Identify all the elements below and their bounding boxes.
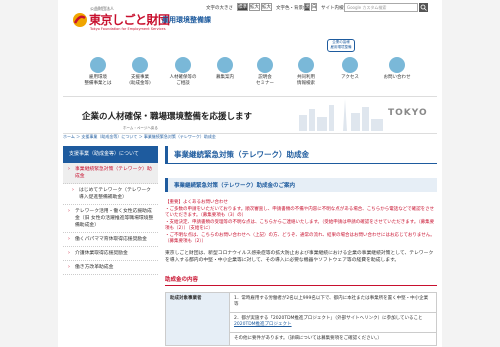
banner-tokyo-text: TOKYO	[388, 108, 428, 118]
nav-item-consult[interactable]: 人材確保等の ご相談	[162, 55, 204, 93]
coin-icon	[132, 57, 148, 73]
color-black-button[interactable]: 黒	[304, 3, 310, 11]
important-notice: 【重要】よくあるお問い合わせ ・ご多数の申請をいただいております。順次審査し、申…	[165, 200, 435, 244]
person-icon	[175, 57, 191, 73]
computer-icon	[298, 57, 314, 73]
badge-line2: 雇用環境整備	[330, 45, 352, 49]
sidebar-item-workstyle[interactable]: 働き方改革助成金	[63, 261, 158, 275]
search-input[interactable]: Google カスタム検索	[344, 3, 418, 12]
org-en-name: Tokyo Foundation for Employment Services	[90, 27, 166, 31]
sidebar: 支援事業（助成金等）について 事業継続緊急対策（テレワーク）助成金 はじめてテレ…	[63, 146, 158, 275]
department-title: 雇用環境整備課	[162, 16, 211, 24]
nav-label: (助成金等)	[129, 81, 151, 86]
table-cell: 1．常時雇用する労働者が2名以上999名以下で、都内に本社または事業所を置く中堅…	[229, 291, 437, 313]
sidebar-item-telework-grant[interactable]: 事業継続緊急対策（テレワーク）助成金	[63, 163, 158, 184]
nav-item-support[interactable]: 支援事業 (助成金等)	[120, 55, 160, 93]
nav-item-recruit[interactable]: 募集案内	[206, 55, 244, 93]
nav-item-about[interactable]: 雇用環境 整備事業とは	[78, 55, 118, 93]
color-white-button[interactable]: 白	[311, 3, 317, 11]
nav-label: セミナー	[256, 81, 274, 86]
nav-label: アクセス	[341, 75, 359, 80]
logo-mark-icon	[73, 13, 87, 27]
font-size-large-button[interactable]: 拡大	[249, 3, 260, 11]
nav-item-contact[interactable]: お問い合わせ	[374, 55, 420, 93]
sidebar-heading[interactable]: 支援事業（助成金等）について	[63, 146, 158, 163]
section-heading: 事業継続緊急対策（テレワーク）助成金のご案内	[165, 178, 437, 192]
color-label: 文字色・背景色	[276, 6, 308, 11]
nav-label: 募集案内	[216, 75, 234, 80]
banner-subtitle[interactable]: ホーム・ページへ戻る	[123, 126, 158, 131]
main-content: 事業継続緊急対策（テレワーク）助成金 事業継続緊急対策（テレワーク）助成金のご案…	[165, 146, 437, 346]
nav-item-shared-search[interactable]: 共同利用 情報検索	[286, 55, 326, 93]
business-badge[interactable]: 企業の皆様 雇用環境整備	[327, 39, 355, 52]
tdm-project-link[interactable]: 2020TDM推進プロジェクト	[234, 322, 292, 327]
document-icon	[217, 57, 233, 73]
nav-label: 整備事業とは	[84, 81, 112, 86]
train-icon	[342, 57, 358, 73]
intro-paragraph: 東京しごと財団は、新型コロナウイルス感染症等の拡大防止および事業継続における企業…	[165, 250, 434, 263]
nav-label: ご相談	[176, 81, 190, 86]
grant-table: 助成対象事業者 1．常時雇用する労働者が2名以上999名以下で、都内に本社または…	[165, 291, 437, 347]
sidebar-item-first-telework[interactable]: はじめてテレワーク（テレワーク導入促進整備補助金）	[63, 184, 158, 205]
table-row: 助成対象事業者 1．常時雇用する労働者が2名以上999名以下で、都内に本社または…	[165, 291, 437, 346]
nav-item-access[interactable]: アクセス	[330, 55, 370, 93]
table-cell: 2．都が実施する「2020TDM推進プロジェクト」（外部サイトへリンク）に参加し…	[229, 311, 437, 333]
banner-title: 企業の人材確保・職場環境整備を応援します	[82, 112, 253, 122]
sidebar-item-women-support[interactable]: テレワーク活用・働く女性応援助成金（旧 女性の活躍推進等職場環境整備助成金）	[63, 205, 158, 233]
grant-content-heading: 助成金の内容	[165, 275, 437, 286]
nav-label: 情報検索	[297, 81, 315, 86]
presentation-icon	[257, 57, 273, 73]
nav-label: お問い合わせ	[383, 75, 411, 80]
hero-banner: 企業の人材確保・職場環境整備を応援します ホーム・ページへ戻る TOKYO	[63, 96, 437, 134]
org-name: 東京しごと財団	[89, 13, 170, 27]
table-cell-text: 2．都が実施する「2020TDM推進プロジェクト」（外部サイトへリンク）に参加し…	[234, 315, 423, 321]
page-title: 事業継続緊急対策（テレワーク）助成金	[165, 146, 437, 164]
breadcrumb[interactable]: ホーム ＞ 支援事業（助成金等）について ＞ 事業継続緊急対策（テレワーク）助成…	[63, 134, 216, 140]
global-nav: 雇用環境 整備事業とは 支援事業 (助成金等) 人材確保等の ご相談 募集案内 説明会…	[58, 55, 442, 93]
phone-icon	[389, 57, 405, 73]
search-icon[interactable]	[419, 3, 428, 12]
sidebar-item-care-leave[interactable]: 介護休業取得応援奨励金	[63, 247, 158, 261]
font-size-standard-button[interactable]: 標準	[237, 3, 248, 11]
table-label: 助成対象事業者	[165, 291, 230, 346]
building-icon	[90, 57, 106, 73]
sidebar-item-parental-leave[interactable]: 働くパパママ育休取得応援奨励金	[63, 233, 158, 247]
font-size-label: 文字の大きさ	[206, 6, 233, 11]
nav-item-seminar[interactable]: 説明会 セミナー	[246, 55, 284, 93]
font-size-xlarge-button[interactable]: 拡大	[261, 3, 272, 11]
table-cell: その他に要件があります。（詳細については募集要項をご確認ください。）	[229, 331, 437, 346]
